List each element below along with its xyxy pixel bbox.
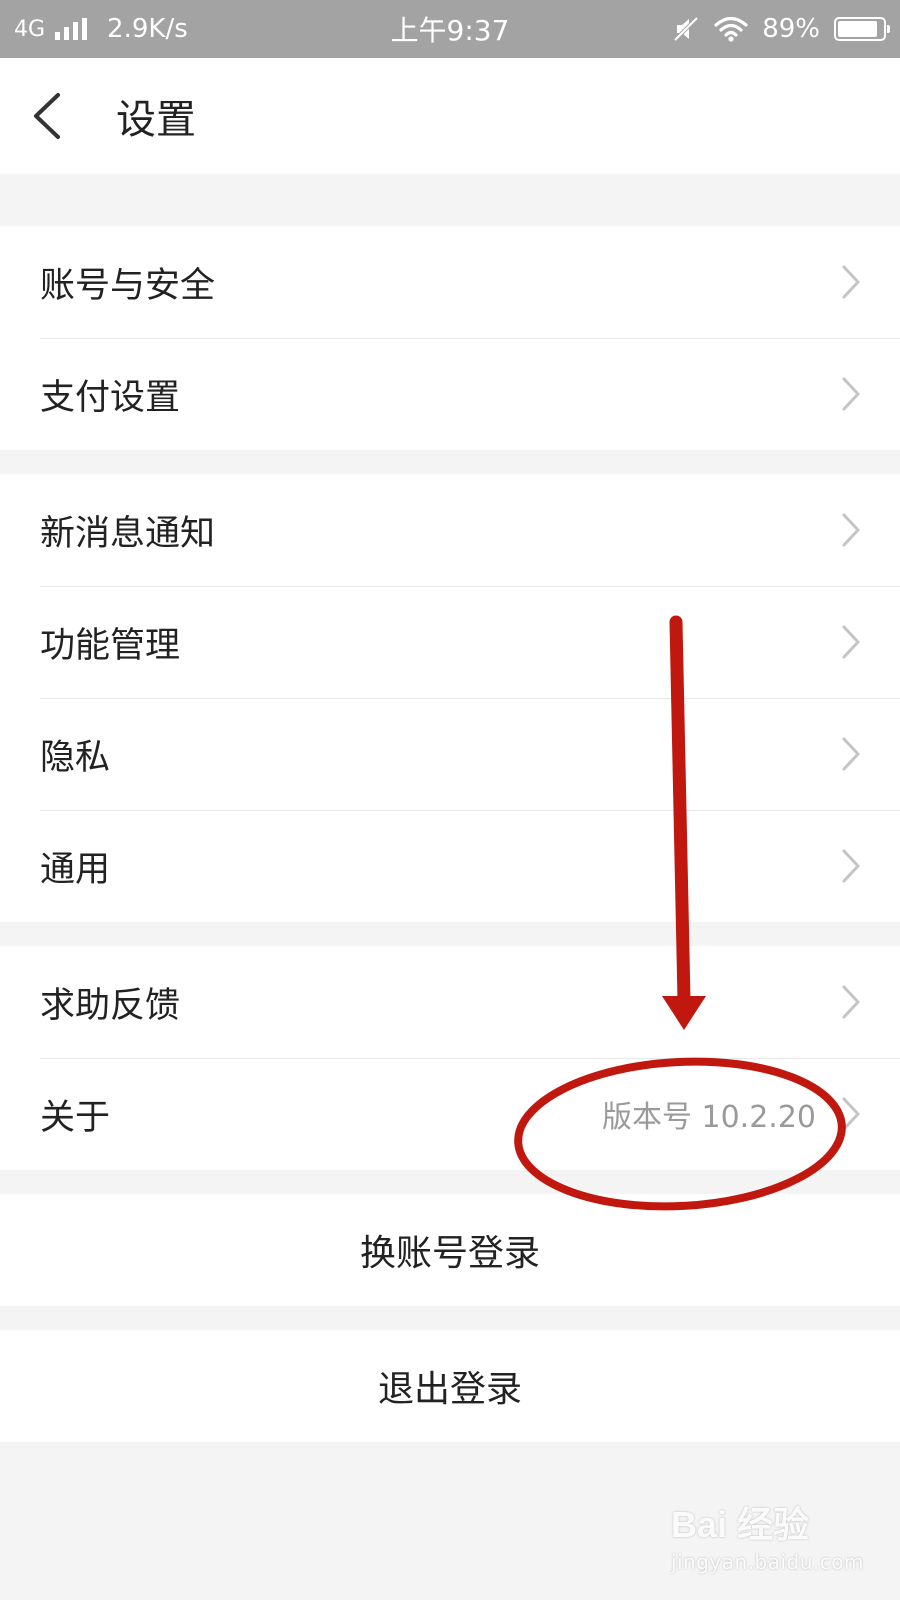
section-gap <box>0 1306 900 1330</box>
chevron-right-icon <box>838 846 864 886</box>
settings-screen: 4G 2.9K/s 上午9:37 89% 设置 账号与安全 支付设置 新消息通知… <box>0 0 900 1600</box>
settings-group-general: 新消息通知 功能管理 隐私 通用 <box>0 474 900 922</box>
chevron-right-icon <box>838 622 864 662</box>
back-button[interactable] <box>30 58 110 174</box>
row-account-security[interactable]: 账号与安全 <box>0 226 900 338</box>
chevron-right-icon <box>838 510 864 550</box>
page-title: 设置 <box>116 97 196 143</box>
switch-account-button[interactable]: 换账号登录 <box>0 1194 900 1306</box>
row-privacy[interactable]: 隐私 <box>0 698 900 810</box>
chevron-left-icon <box>34 93 60 139</box>
nav-bar: 设置 <box>0 58 900 174</box>
row-feature-management[interactable]: 功能管理 <box>0 586 900 698</box>
settings-group-account: 账号与安全 支付设置 <box>0 226 900 450</box>
settings-group-help: 求助反馈 关于 版本号 10.2.20 <box>0 946 900 1170</box>
row-general[interactable]: 通用 <box>0 810 900 922</box>
version-number: 版本号 10.2.20 <box>601 1100 816 1135</box>
row-about[interactable]: 关于 版本号 10.2.20 <box>0 1058 900 1170</box>
row-label: 新消息通知 <box>40 513 216 554</box>
section-gap <box>0 174 900 226</box>
section-gap <box>0 922 900 946</box>
watermark-logo: Bai 经验 <box>670 1504 809 1545</box>
battery-percent: 89% <box>762 14 820 44</box>
row-label: 通用 <box>40 849 111 890</box>
baidu-jingyan-watermark: Bai 经验 jingyan.baidu.com <box>671 1496 864 1574</box>
row-payment-settings[interactable]: 支付设置 <box>0 338 900 450</box>
chevron-right-icon <box>838 374 864 414</box>
section-gap <box>0 1170 900 1194</box>
status-right: 89% <box>672 0 890 58</box>
mute-icon <box>673 16 699 42</box>
chevron-right-icon <box>838 734 864 774</box>
row-help-feedback[interactable]: 求助反馈 <box>0 946 900 1058</box>
row-notifications[interactable]: 新消息通知 <box>0 474 900 586</box>
section-gap <box>0 450 900 474</box>
chevron-right-icon <box>838 982 864 1022</box>
row-label: 功能管理 <box>40 625 181 666</box>
row-label: 隐私 <box>40 737 111 778</box>
chevron-right-icon <box>838 262 864 302</box>
watermark-url: jingyan.baidu.com <box>670 1550 864 1574</box>
row-label: 账号与安全 <box>40 265 216 306</box>
status-bar: 4G 2.9K/s 上午9:37 89% <box>0 0 900 58</box>
battery-icon <box>834 17 890 41</box>
wifi-icon <box>714 16 748 42</box>
battery-fill <box>838 21 878 37</box>
chevron-right-icon <box>838 1094 864 1134</box>
row-label: 求助反馈 <box>40 985 181 1026</box>
logout-button[interactable]: 退出登录 <box>0 1330 900 1442</box>
row-label: 支付设置 <box>40 377 181 418</box>
row-label: 关于 <box>40 1097 111 1138</box>
